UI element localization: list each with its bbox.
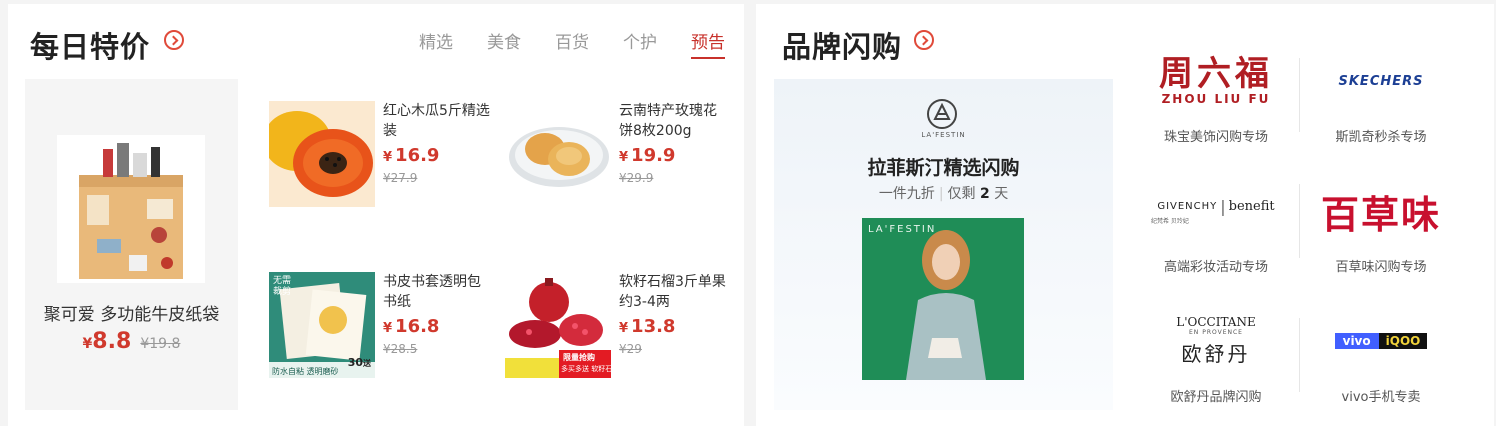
lafestin-logo-text: LA'FESTIN: [921, 131, 966, 139]
brand-caption: 珠宝美饰闪购专场: [1163, 130, 1268, 145]
flash-title: 拉菲斯汀精选闪购: [867, 157, 1020, 179]
product-name: 云南特产玫瑰花饼8枚200g: [619, 103, 717, 139]
divider: [1299, 184, 1300, 258]
brand-flash-panel: 品牌闪购 LA'FESTIN 拉菲斯汀精选闪购 一件九折 | 仅剩 2 天 LA'F…: [756, 4, 1494, 426]
product-name: 红心木瓜5斤精选装: [383, 103, 490, 139]
tab-meishi[interactable]: 美食: [487, 28, 521, 59]
brand-caption: 斯凯奇秒杀专场: [1335, 130, 1427, 145]
brand-caption: 百草味闪购专场: [1335, 260, 1427, 275]
brand-baicaowei[interactable]: 百草味 百草味闪购专场: [1306, 172, 1456, 288]
lafestin-model-image: LA'FESTIN: [862, 218, 1024, 380]
loccitane-logo: L'OCCITANE EN PROVENCE 欧舒丹: [1176, 315, 1256, 366]
pomegranate-image: 限量抢购 多买多送 软籽石榴: [505, 272, 611, 378]
zhouliufu-logo: 周六福 ZHOU LIU FU: [1159, 54, 1273, 106]
tab-jingxuan[interactable]: 精选: [419, 28, 453, 59]
brand-zhouliufu[interactable]: 周六福 ZHOU LIU FU 珠宝美饰闪购专场: [1141, 42, 1291, 158]
brand-caption: 高端彩妆活动专场: [1163, 260, 1268, 275]
product-old-price: ¥28.5: [383, 342, 418, 356]
product-price: ¥16.8: [383, 316, 440, 337]
brand-skechers[interactable]: SKECHERS 斯凯奇秒杀专场: [1306, 42, 1456, 158]
brand-givenchy-benefit[interactable]: GIVENCHY | benefit 纪梵希 贝玲妃 高端彩妆活动专场: [1141, 172, 1291, 288]
baicaowei-logo: 百草味: [1320, 192, 1441, 237]
model-image-brand: LA'FESTIN: [868, 224, 937, 235]
brand-flash-more-icon[interactable]: [914, 30, 934, 50]
pomegranate-tag-limited: 限量抢购: [563, 353, 595, 362]
product-card[interactable]: 云南特产玫瑰花饼8枚200g ¥19.9 ¥29.9: [505, 101, 731, 209]
product-price: ¥13.8: [619, 316, 676, 337]
book-cover-tags: 防水自粘 透明磨砂: [272, 367, 339, 376]
featured-price: 8.8: [92, 329, 132, 354]
brand-flash-title: 品牌闪购: [782, 30, 903, 64]
kraft-bag-image: [57, 135, 205, 283]
givenchy-benefit-logo: GIVENCHY | benefit 纪梵希 贝玲妃: [1151, 197, 1275, 225]
brand-caption: 欧舒丹品牌闪购: [1170, 390, 1262, 405]
lafestin-logo-icon: [927, 99, 957, 129]
tab-yugao[interactable]: 预告: [691, 28, 725, 59]
divider: [1299, 58, 1300, 132]
skechers-logo: SKECHERS: [1338, 73, 1424, 89]
brand-caption: vivo手机专卖: [1341, 390, 1421, 405]
product-card[interactable]: 无需裁剪 30送 防水自粘 透明磨砂 书皮书套透明包书纸 ¥16.8 ¥28.5: [269, 272, 495, 380]
papaya-image: [269, 101, 375, 207]
featured-old-price: ¥19.8: [140, 336, 181, 352]
product-old-price: ¥29.9: [619, 171, 654, 185]
vivo-iqoo-logo: vivo iQOO: [1306, 302, 1456, 380]
product-price: ¥19.9: [619, 145, 676, 166]
brand-vivo[interactable]: vivo iQOO vivo手机专卖: [1306, 302, 1456, 418]
book-cover-label: 无需裁剪: [273, 276, 292, 297]
featured-currency: ¥: [82, 336, 93, 352]
product-card[interactable]: 限量抢购 多买多送 软籽石榴 软籽石榴3斤单果约3-4两 ¥13.8 ¥29: [505, 272, 731, 380]
flash-subtitle: 一件九折 | 仅剩 2 天: [878, 186, 1009, 202]
product-old-price: ¥27.9: [383, 171, 418, 185]
daily-deals-panel: 每日特价 精选 美食 百货 个护 预告 聚可爱 多功能牛皮纸袋 ¥8.8 ¥19…: [8, 4, 744, 426]
flower-cake-image: [505, 101, 611, 207]
product-price: ¥16.9: [383, 145, 440, 166]
featured-product-card[interactable]: 聚可爱 多功能牛皮纸袋 ¥8.8 ¥19.8: [25, 79, 238, 410]
daily-deals-tabs: 精选 美食 百货 个护 预告: [385, 28, 725, 59]
tab-baihuo[interactable]: 百货: [555, 28, 589, 59]
tab-gehu[interactable]: 个护: [623, 28, 657, 59]
product-name: 书皮书套透明包书纸: [383, 274, 481, 310]
daily-deals-title: 每日特价: [30, 30, 151, 64]
brand-loccitane[interactable]: L'OCCITANE EN PROVENCE 欧舒丹 欧舒丹品牌闪购: [1141, 302, 1291, 418]
product-card[interactable]: 红心木瓜5斤精选装 ¥16.9 ¥27.9: [269, 101, 495, 209]
divider: [1299, 318, 1300, 392]
product-old-price: ¥29: [619, 342, 642, 356]
daily-deals-more-icon[interactable]: [164, 30, 184, 50]
product-name: 软籽石榴3斤单果约3-4两: [619, 274, 726, 310]
book-cover-image: 无需裁剪 30送 防水自粘 透明磨砂: [269, 272, 375, 378]
featured-product-prices: ¥8.8 ¥19.8: [25, 329, 238, 354]
featured-product-name: 聚可爱 多功能牛皮纸袋: [43, 305, 220, 325]
lafestin-flash-card[interactable]: LA'FESTIN 拉菲斯汀精选闪购 一件九折 | 仅剩 2 天 LA'FESTIN: [774, 79, 1113, 410]
book-cover-count: 30送: [347, 356, 371, 369]
pomegranate-tag-promo: 多买多送 软籽石榴: [561, 365, 611, 373]
